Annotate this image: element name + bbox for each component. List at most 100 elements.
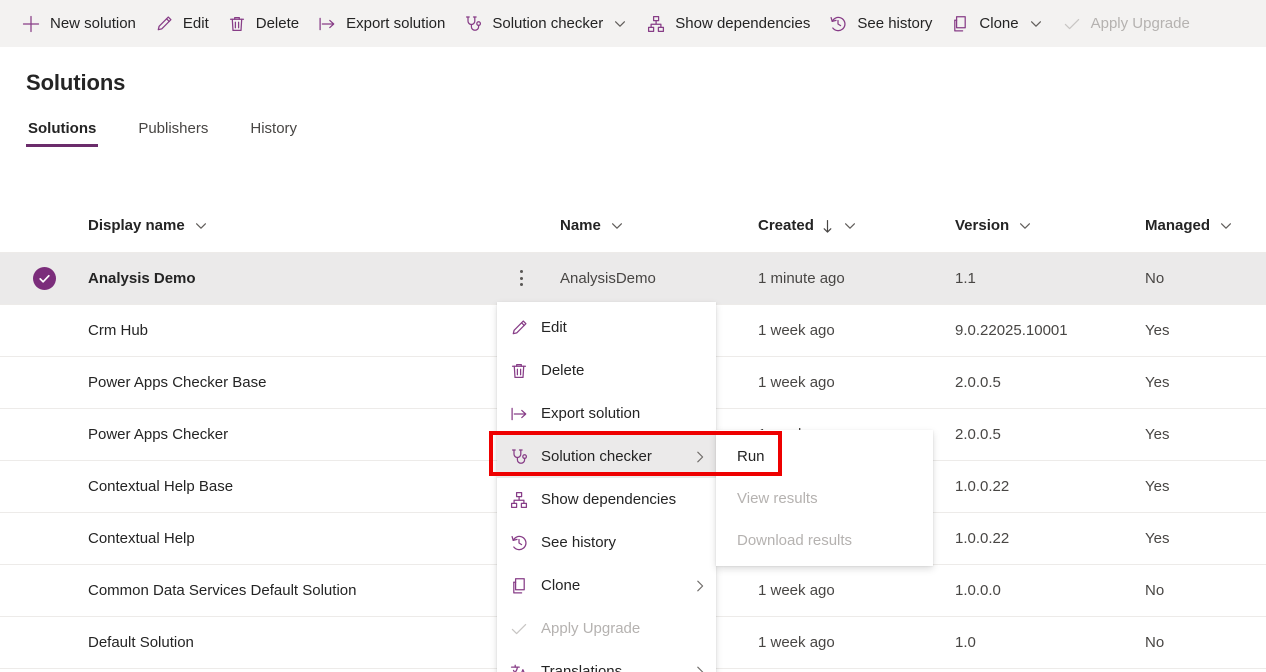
cell-managed: Yes: [1145, 513, 1169, 564]
menu-item-label: Edit: [541, 318, 692, 338]
menu-item-label: Apply Upgrade: [541, 619, 692, 639]
tab-list: Solutions Publishers History: [26, 120, 337, 147]
menu-item-edit[interactable]: Edit: [497, 306, 716, 349]
command-export-solution-button[interactable]: Export solution: [308, 4, 454, 44]
export-icon: [317, 14, 337, 34]
command-label: Solution checker: [492, 14, 603, 34]
cell-created: 1 week ago: [758, 305, 835, 356]
stethoscope-icon: [508, 447, 530, 467]
cell-display-name: Analysis Demo: [88, 253, 196, 304]
chevron-down-icon[interactable]: [843, 219, 857, 233]
plus-icon: [21, 14, 41, 34]
command-solution-checker-button[interactable]: Solution checker: [454, 4, 637, 44]
cell-display-name: Power Apps Checker: [88, 409, 228, 460]
menu-item-apply-upgrade: Apply Upgrade: [497, 607, 716, 650]
submenu-item-run[interactable]: Run: [716, 435, 933, 477]
cell-version: 2.0.0.5: [955, 357, 1001, 408]
cell-version: 9.0.22025.10001: [955, 305, 1068, 356]
chevron-down-icon[interactable]: [1219, 219, 1233, 233]
chevron-right-icon[interactable]: [692, 450, 708, 464]
chevron-down-icon[interactable]: [612, 16, 628, 32]
chevron-right-icon[interactable]: [692, 579, 708, 593]
menu-item-label: Clone: [541, 576, 692, 596]
table-row[interactable]: Analysis DemoAnalysisDemo1 minute ago1.1…: [0, 253, 1266, 305]
column-header-managed[interactable]: Managed: [1145, 200, 1233, 252]
grid-header-row: Display name Name Created Version Managed: [0, 200, 1266, 253]
command-label: New solution: [50, 14, 136, 34]
command-see-history-button[interactable]: See history: [819, 4, 941, 44]
cell-managed: Yes: [1145, 357, 1169, 408]
cell-version: 1.0.0.22: [955, 461, 1009, 512]
menu-item-see-history[interactable]: See history: [497, 521, 716, 564]
command-label: Edit: [183, 14, 209, 34]
command-label: Apply Upgrade: [1091, 14, 1190, 34]
column-header-created[interactable]: Created: [758, 200, 857, 252]
command-clone-button[interactable]: Clone: [941, 4, 1052, 44]
chevron-right-icon[interactable]: [692, 665, 708, 672]
cell-managed: Yes: [1145, 409, 1169, 460]
tab-history[interactable]: History: [248, 120, 299, 147]
command-new-solution-button[interactable]: New solution: [12, 4, 145, 44]
cell-created: 1 week ago: [758, 565, 835, 616]
command-label: Delete: [256, 14, 299, 34]
menu-item-label: Show dependencies: [541, 490, 692, 510]
column-header-version[interactable]: Version: [955, 200, 1032, 252]
cell-version: 1.0: [955, 617, 976, 668]
command-bar: New solution Edit Delete Export solution Sol…: [0, 0, 1266, 47]
cell-display-name: Contextual Help Base: [88, 461, 233, 512]
menu-item-show-dependencies[interactable]: Show dependencies: [497, 478, 716, 521]
submenu-item-view-results: View results: [716, 477, 933, 519]
column-header-display-name[interactable]: Display name: [88, 200, 208, 252]
chevron-down-icon[interactable]: [610, 219, 624, 233]
chevron-down-icon[interactable]: [1028, 16, 1044, 32]
cell-version: 1.1: [955, 253, 976, 304]
column-header-label: Name: [560, 200, 601, 252]
cell-managed: Yes: [1145, 461, 1169, 512]
cell-managed: No: [1145, 565, 1164, 616]
command-label: See history: [857, 14, 932, 34]
cell-managed: Yes: [1145, 305, 1169, 356]
cell-display-name: Contextual Help: [88, 513, 195, 564]
cell-display-name: Default Solution: [88, 617, 194, 668]
menu-item-clone[interactable]: Clone: [497, 564, 716, 607]
command-edit-button[interactable]: Edit: [145, 4, 218, 44]
export-icon: [508, 404, 530, 424]
solutions-page: New solution Edit Delete Export solution Sol…: [0, 0, 1266, 672]
chevron-down-icon[interactable]: [194, 219, 208, 233]
cell-managed: No: [1145, 253, 1164, 304]
command-show-dependencies-button[interactable]: Show dependencies: [637, 4, 819, 44]
cell-display-name: Crm Hub: [88, 305, 148, 356]
menu-item-export-solution[interactable]: Export solution: [497, 392, 716, 435]
sort-down-icon: [821, 219, 834, 234]
menu-item-solution-checker[interactable]: Solution checker: [497, 435, 716, 478]
menu-item-delete[interactable]: Delete: [497, 349, 716, 392]
cell-created: 1 minute ago: [758, 253, 845, 304]
page-title: Solutions: [26, 70, 125, 96]
trash-icon: [227, 14, 247, 34]
command-apply-upgrade-button: Apply Upgrade: [1053, 4, 1199, 44]
cell-version: 1.0.0.0: [955, 565, 1001, 616]
command-delete-button[interactable]: Delete: [218, 4, 308, 44]
row-context-menu: Edit Delete Export solution Solution checke…: [497, 302, 716, 672]
cell-display-name: Common Data Services Default Solution: [88, 565, 356, 616]
menu-item-label: Export solution: [541, 404, 692, 424]
chevron-down-icon[interactable]: [1018, 219, 1032, 233]
checkmark-icon: [508, 619, 530, 639]
command-label: Export solution: [346, 14, 445, 34]
column-header-name[interactable]: Name: [560, 200, 624, 252]
submenu-item-download-results: Download results: [716, 519, 933, 561]
cell-managed: No: [1145, 617, 1164, 668]
row-more-commands-button[interactable]: [512, 268, 530, 288]
menu-item-label: See history: [541, 533, 692, 553]
row-selected-checkmark-icon[interactable]: [33, 267, 56, 290]
translations-icon: [508, 662, 530, 672]
tab-solutions[interactable]: Solutions: [26, 120, 98, 147]
checkmark-icon: [1062, 14, 1082, 34]
menu-item-translations[interactable]: Translations: [497, 650, 716, 672]
history-icon: [828, 14, 848, 34]
cell-display-name: Power Apps Checker Base: [88, 357, 266, 408]
tab-publishers[interactable]: Publishers: [136, 120, 210, 147]
command-label: Show dependencies: [675, 14, 810, 34]
trash-icon: [508, 361, 530, 381]
command-label: Clone: [979, 14, 1018, 34]
